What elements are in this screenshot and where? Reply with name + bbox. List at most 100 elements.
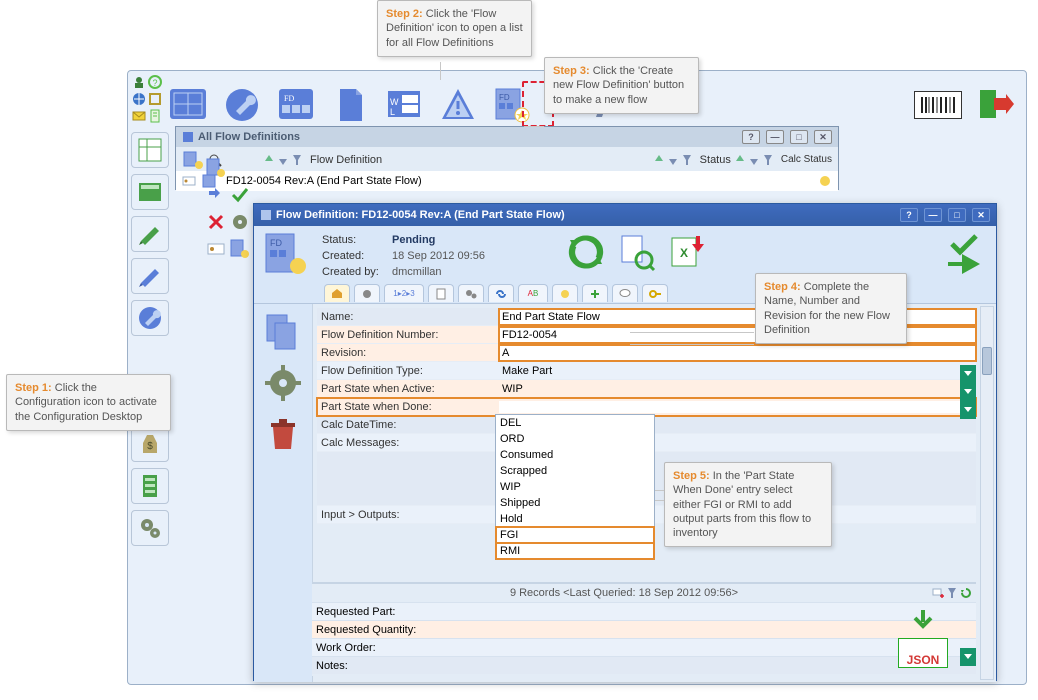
- svg-text:FD: FD: [270, 238, 282, 248]
- mini-mail-doc[interactable]: [132, 109, 162, 123]
- close-button[interactable]: ✕: [814, 130, 832, 144]
- trash-icon[interactable]: [262, 414, 304, 456]
- sidebar-item-2[interactable]: [131, 174, 169, 210]
- tab-star[interactable]: [552, 284, 578, 302]
- fd-sun-icon[interactable]: [230, 239, 250, 262]
- step1-callout: Step 1: Click the Configuration icon to …: [6, 374, 171, 431]
- sidebar-item-5[interactable]: [131, 300, 169, 336]
- dd-option[interactable]: Shipped: [496, 495, 654, 511]
- toolbar-flow-def-grid-icon[interactable]: FD: [276, 85, 316, 125]
- tab-doc[interactable]: [428, 284, 454, 302]
- json-badge[interactable]: JSON: [898, 638, 948, 668]
- funnel-icon[interactable]: [763, 153, 773, 167]
- chevron-down-icon[interactable]: [960, 383, 976, 401]
- sidebar-item-4[interactable]: [131, 258, 169, 294]
- active-select[interactable]: WIP: [499, 383, 976, 395]
- mini-person-help[interactable]: ?: [132, 75, 162, 89]
- number-label: Flow Definition Number:: [317, 329, 499, 341]
- minimize-button[interactable]: —: [924, 208, 942, 222]
- help-button[interactable]: ?: [742, 130, 760, 144]
- toolbar-wrench-circle-icon[interactable]: [222, 85, 262, 125]
- type-select[interactable]: Make Part: [499, 365, 976, 377]
- dd-option[interactable]: FGI: [496, 527, 654, 543]
- sort-down-icon[interactable]: [749, 153, 759, 167]
- tab-123[interactable]: 1▸2▸3: [384, 284, 424, 302]
- dd-option[interactable]: Consumed: [496, 447, 654, 463]
- exit-icon[interactable]: [976, 84, 1016, 127]
- tab-link[interactable]: [488, 284, 514, 302]
- sidebar-item-10[interactable]: [131, 510, 169, 546]
- maximize-button[interactable]: □: [948, 208, 966, 222]
- help-button[interactable]: ?: [900, 208, 918, 222]
- refresh-button[interactable]: [566, 232, 606, 272]
- sort-up-icon[interactable]: [654, 153, 664, 167]
- revision-input[interactable]: [499, 345, 976, 361]
- list-row[interactable]: FD12-0054 Rev:A (End Part State Flow): [176, 171, 838, 191]
- dd-option[interactable]: ORD: [496, 431, 654, 447]
- toolbar-page-icon[interactable]: [330, 85, 370, 125]
- tab-ab[interactable]: AB: [518, 284, 548, 302]
- created-label: Created:: [322, 250, 382, 262]
- tab-plus[interactable]: [582, 284, 608, 302]
- svg-text:$: $: [147, 441, 153, 452]
- sidebar-item-1[interactable]: [131, 132, 169, 168]
- sort-down-icon[interactable]: [668, 153, 678, 167]
- fd-sun-icon[interactable]: [182, 150, 204, 170]
- funnel-icon[interactable]: [292, 153, 302, 167]
- chevron-down-icon[interactable]: [960, 648, 976, 666]
- sort-down-icon[interactable]: [278, 153, 288, 167]
- toolbar-blueprint-icon[interactable]: [168, 85, 208, 125]
- arrows-icon[interactable]: [206, 185, 226, 208]
- scrollbar-vertical[interactable]: [980, 306, 994, 680]
- toolbar-warning-icon[interactable]: [438, 85, 478, 125]
- funnel-icon[interactable]: [947, 587, 957, 599]
- fd-sun-icon[interactable]: [206, 158, 226, 181]
- window-icon: [260, 209, 272, 221]
- chevron-down-icon[interactable]: [960, 365, 976, 383]
- dd-option[interactable]: WIP: [496, 479, 654, 495]
- dd-option[interactable]: DEL: [496, 415, 654, 431]
- mini-globe[interactable]: [132, 92, 162, 106]
- detail-window-title: Flow Definition: FD12-0054 Rev:A (End Pa…: [276, 209, 565, 221]
- dd-option[interactable]: RMI: [496, 543, 654, 559]
- export-excel-button[interactable]: X: [666, 232, 706, 272]
- io-label: Input > Outputs:: [317, 509, 499, 521]
- check-icon[interactable]: [230, 185, 250, 208]
- done-label: Part State when Done:: [317, 401, 499, 413]
- chevron-down-icon[interactable]: [960, 401, 976, 419]
- sidebar-item-8[interactable]: $: [131, 426, 169, 462]
- done-select[interactable]: [499, 401, 976, 413]
- tab-gears2[interactable]: [458, 284, 484, 302]
- print-preview-button[interactable]: [616, 232, 656, 272]
- close-button[interactable]: ✕: [972, 208, 990, 222]
- gear-small-icon[interactable]: [230, 212, 250, 235]
- sidebar-item-3[interactable]: [131, 216, 169, 252]
- approve-button[interactable]: [942, 232, 986, 276]
- notes-label: Notes:: [312, 660, 462, 672]
- dd-option[interactable]: Scrapped: [496, 463, 654, 479]
- sidebar-item-9[interactable]: [131, 468, 169, 504]
- tab-home[interactable]: [324, 284, 350, 302]
- minimize-button[interactable]: —: [766, 130, 784, 144]
- sort-up-icon[interactable]: [264, 153, 274, 167]
- status-label: Status:: [322, 234, 382, 246]
- refresh-small-icon[interactable]: [960, 587, 972, 599]
- toolbar-wl-box-icon[interactable]: WL: [384, 85, 424, 125]
- close-red-icon[interactable]: [206, 212, 226, 235]
- req-qty-label: Requested Quantity:: [312, 624, 462, 636]
- tab-key[interactable]: [642, 284, 668, 302]
- sort-up-icon[interactable]: [735, 153, 745, 167]
- maximize-button[interactable]: □: [790, 130, 808, 144]
- barcode-icon[interactable]: [914, 91, 962, 119]
- dd-option[interactable]: Hold: [496, 511, 654, 527]
- funnel-icon[interactable]: [682, 153, 692, 167]
- createdby-label: Created by:: [322, 266, 382, 278]
- toolbar-new-flow-def-icon[interactable]: FD: [492, 85, 532, 125]
- gear-icon[interactable]: [262, 362, 304, 404]
- fd-double-icon[interactable]: [262, 310, 304, 352]
- header-actions: X: [566, 232, 706, 272]
- tab-chat[interactable]: [612, 284, 638, 302]
- card-icon[interactable]: [206, 239, 226, 262]
- tab-gear[interactable]: [354, 284, 380, 302]
- card-add-icon[interactable]: [932, 587, 944, 599]
